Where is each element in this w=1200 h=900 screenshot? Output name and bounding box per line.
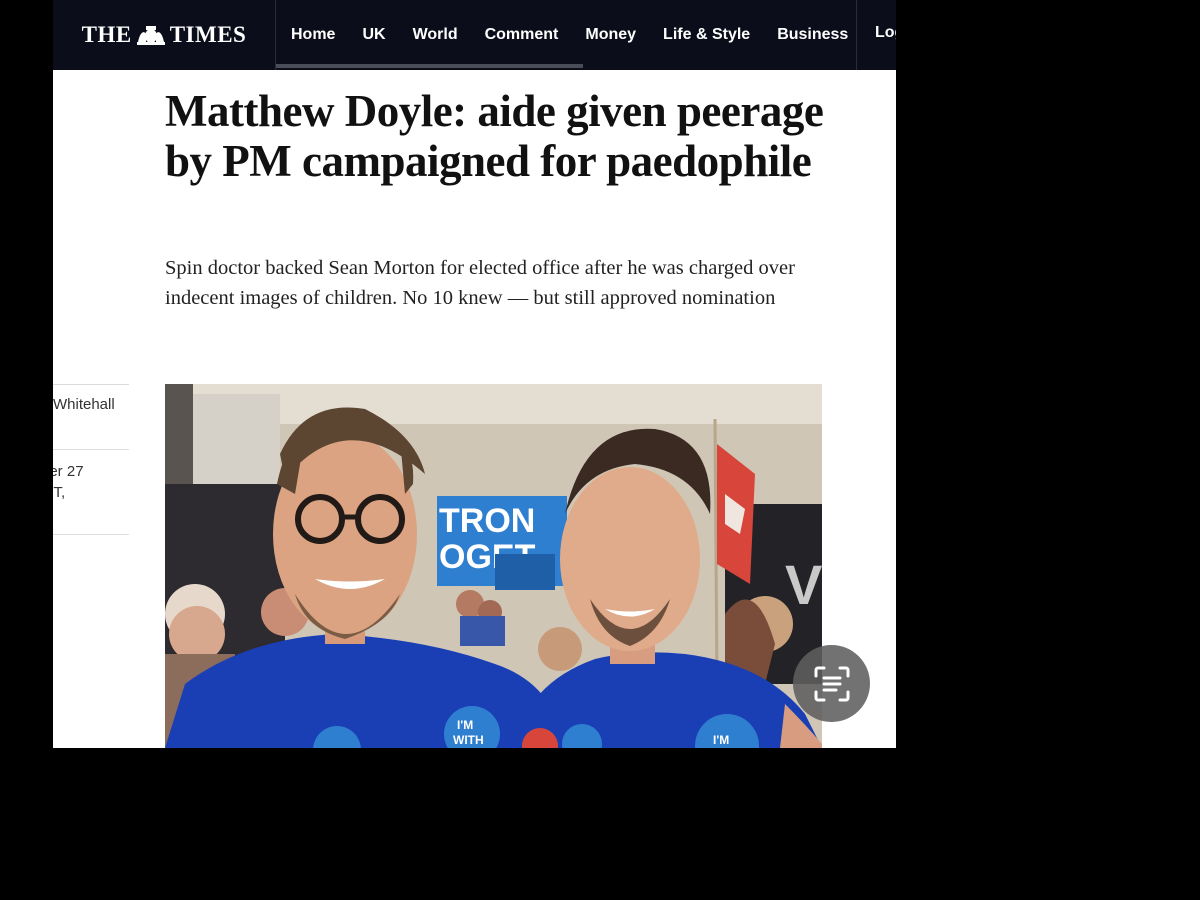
nav-comment[interactable]: Comment [485, 26, 559, 44]
publish-date: ber 27 MT, s [53, 463, 84, 501]
royal-crest-icon [136, 26, 165, 45]
nav-home[interactable]: Home [291, 26, 335, 44]
browser-viewport: THE TIMES Home UK World Comment Money Li… [53, 0, 896, 748]
nav-divider [856, 0, 857, 70]
article-standfirst: Spin doctor backed Sean Morton for elect… [165, 257, 795, 309]
svg-text:WITH: WITH [453, 733, 484, 747]
article-headline: Matthew Doyle: aide given peerage by PM … [165, 86, 824, 186]
svg-text:I'M: I'M [457, 718, 473, 732]
main-navigation: Home UK World Comment Money Life & Style… [291, 0, 875, 70]
nav-money[interactable]: Money [585, 26, 636, 44]
login-link[interactable]: Log [875, 24, 896, 42]
times-logo[interactable]: THE TIMES [53, 0, 276, 70]
nav-uk[interactable]: UK [362, 26, 385, 44]
nav-life-style[interactable]: Life & Style [663, 26, 750, 44]
meta-divider [53, 384, 129, 385]
google-lens-button[interactable] [793, 645, 870, 722]
sign-right-letter: V [785, 553, 822, 616]
meta-divider [53, 534, 129, 535]
masthead: THE TIMES Home UK World Comment Money Li… [53, 0, 896, 70]
svg-text:TRON: TRON [439, 502, 535, 540]
logo-text-left: THE [81, 22, 132, 47]
logo-text-right: TIMES [169, 22, 247, 47]
meta-divider [53, 449, 129, 450]
nav-world[interactable]: World [413, 26, 458, 44]
article-photo: V TRON OGET I'M WITH I'M [165, 384, 822, 748]
svg-text:I'M: I'M [713, 733, 729, 747]
nav-active-indicator [276, 64, 583, 68]
scan-text-icon [814, 666, 849, 701]
nav-business[interactable]: Business [777, 26, 848, 44]
author-link[interactable]: Whitehall [53, 396, 115, 413]
